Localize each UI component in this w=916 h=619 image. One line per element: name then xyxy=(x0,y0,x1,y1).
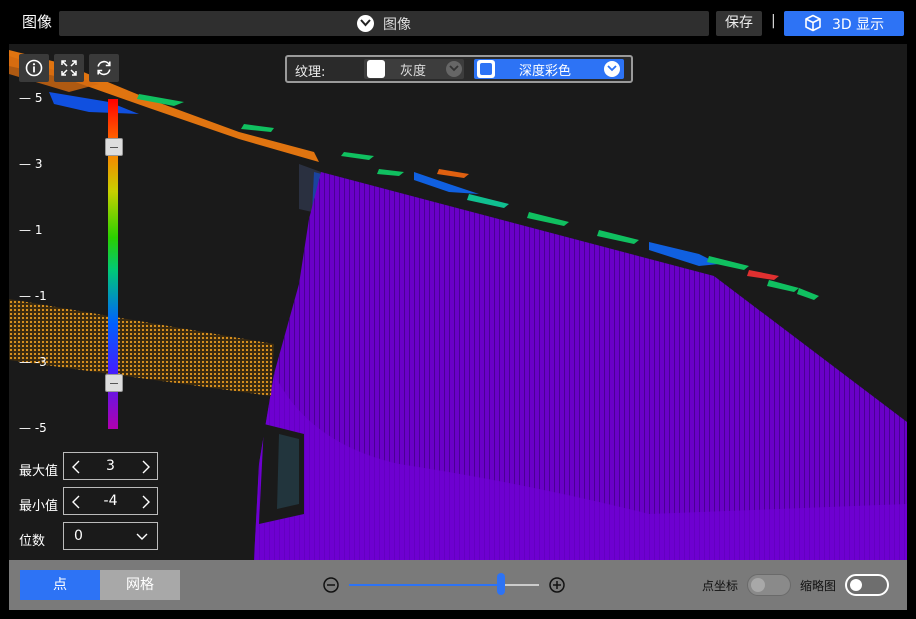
scale-tick: — -5 xyxy=(19,421,47,435)
zoom-in-icon[interactable] xyxy=(548,576,566,594)
max-range-handle[interactable] xyxy=(105,138,123,156)
depth-checkbox[interactable] xyxy=(477,60,495,78)
texture-label: 纹理: xyxy=(295,65,326,80)
max-value-stepper: 3 xyxy=(63,452,158,480)
info-button[interactable] xyxy=(19,54,49,82)
chevron-down-icon[interactable] xyxy=(446,61,462,77)
min-value-stepper: -4 xyxy=(63,487,158,515)
scale-tick: — 3 xyxy=(19,157,43,171)
chevron-down-icon xyxy=(357,15,374,32)
refresh-button[interactable] xyxy=(89,54,119,82)
min-range-handle[interactable] xyxy=(105,374,123,392)
zoom-slider-thumb[interactable] xyxy=(497,573,505,595)
gray-checkbox[interactable] xyxy=(367,60,385,78)
thumbnail-label: 缩略图 xyxy=(800,579,837,593)
scale-tick: — 1 xyxy=(19,223,43,237)
3d-view-label: 3D 显示 xyxy=(832,17,885,33)
save-button[interactable]: 保存 xyxy=(716,11,762,36)
mode-point-button[interactable]: 点 xyxy=(20,570,100,600)
scale-tick: — -1 xyxy=(19,289,47,303)
fullscreen-button[interactable] xyxy=(54,54,84,82)
zoom-slider-track[interactable] xyxy=(349,584,539,586)
info-icon xyxy=(25,59,43,77)
digits-label: 位数 xyxy=(19,534,46,549)
separator: | xyxy=(771,13,776,29)
image-source-label: 图像 xyxy=(383,17,411,33)
scale-tick: — 5 xyxy=(19,91,43,105)
fullscreen-icon xyxy=(61,60,77,76)
chevron-right-icon[interactable] xyxy=(142,495,150,509)
min-value-label: 最小值 xyxy=(19,499,59,514)
digits-dropdown[interactable]: 0 xyxy=(63,522,158,550)
point-cloud-viewport[interactable]: 纹理: 灰度 深度彩色 — 5 — 3 — 1 — -1 — -3 — -5 最… xyxy=(9,44,907,560)
zoom-out-icon[interactable] xyxy=(322,576,340,594)
chevron-down-icon[interactable] xyxy=(604,61,620,77)
texture-option-gray[interactable]: 灰度 xyxy=(364,59,464,79)
point-coord-toggle[interactable] xyxy=(747,574,791,596)
point-coord-label: 点坐标 xyxy=(702,579,739,593)
max-value-label: 最大值 xyxy=(19,464,59,479)
toggle-knob xyxy=(751,578,765,592)
header-bar: 图像 图像 保存 | 3D 显示 xyxy=(0,0,916,44)
thumbnail-toggle[interactable] xyxy=(845,574,889,596)
chevron-right-icon[interactable] xyxy=(142,460,150,474)
scale-tick: — -3 xyxy=(19,355,47,369)
point-cloud-scene[interactable] xyxy=(9,44,907,560)
image-source-select[interactable]: 图像 xyxy=(59,11,709,36)
3d-view-button[interactable]: 3D 显示 xyxy=(784,11,904,36)
gray-label: 灰度 xyxy=(400,64,427,79)
chevron-down-icon xyxy=(136,533,148,540)
refresh-icon xyxy=(97,60,111,76)
texture-selector: 纹理: 灰度 深度彩色 xyxy=(285,55,633,83)
depth-label: 深度彩色 xyxy=(519,64,572,79)
cube-icon xyxy=(805,14,821,32)
zoom-slider-fill xyxy=(349,584,501,586)
page-title: 图像 xyxy=(22,13,53,31)
toggle-knob xyxy=(850,579,862,591)
texture-option-depth[interactable]: 深度彩色 xyxy=(474,59,624,79)
digits-value: 0 xyxy=(74,528,83,544)
bottom-toolbar: 点 网格 点坐标 缩略图 xyxy=(9,560,907,610)
mode-mesh-button[interactable]: 网格 xyxy=(100,570,180,600)
